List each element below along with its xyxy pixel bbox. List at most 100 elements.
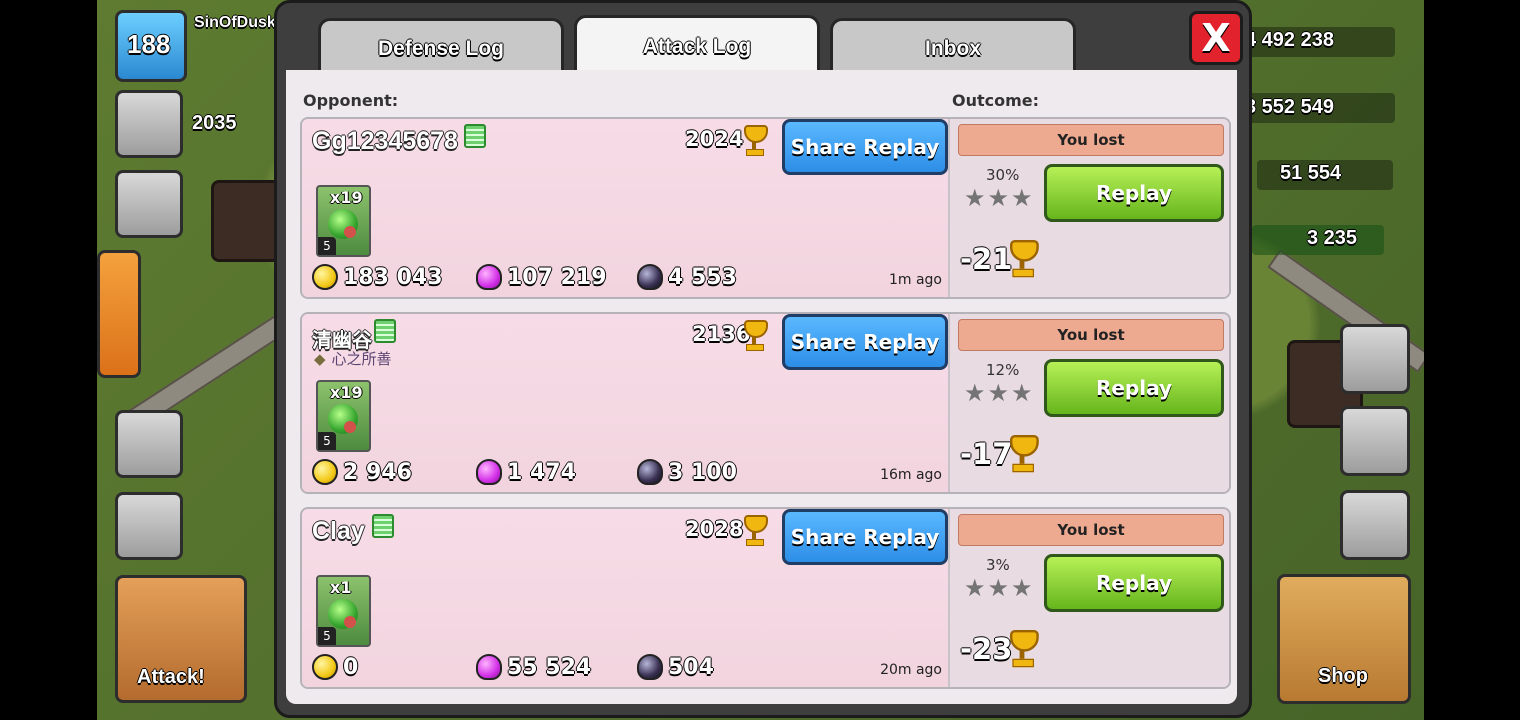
gems-value: 3 235 <box>1307 227 1358 249</box>
troop-count: x19 <box>330 383 363 402</box>
close-icon[interactable]: X <box>1189 11 1243 65</box>
baby-dragon-troop-icon: x1 5 <box>316 575 371 647</box>
outcome-section: You lost 12% ★★★ Replay -17 <box>948 314 1229 492</box>
destruction-percent: 12% <box>986 361 1020 379</box>
attack-log-content: Opponent: Outcome: Gg12345678 2024 Share… <box>286 70 1237 704</box>
attack-time: 20m ago <box>880 662 942 678</box>
settings-button[interactable] <box>1340 490 1410 560</box>
dark-elixir-icon <box>637 459 663 485</box>
gold-value: 4 492 238 <box>1245 29 1334 51</box>
elixir-loot: 1 474 <box>476 459 576 485</box>
star-rating-icon: ★★★ <box>964 574 1035 602</box>
opponent-trophies: 2024 <box>685 127 744 151</box>
elixir-value: 3 552 549 <box>1245 96 1334 118</box>
opponent-trophies: 2028 <box>685 517 744 541</box>
builder-button[interactable] <box>115 492 183 560</box>
outcome-badge: You lost <box>958 514 1224 546</box>
trophy-icon <box>1005 240 1039 278</box>
opponent-header: Opponent: <box>303 91 399 110</box>
elixir-icon <box>476 459 502 485</box>
share-replay-button[interactable]: Share Replay <box>782 314 948 370</box>
share-replay-button[interactable]: Share Replay <box>782 509 948 565</box>
elixir-icon <box>476 264 502 290</box>
player-level: 188 <box>127 29 171 59</box>
trophy-button[interactable] <box>115 90 183 158</box>
edit-layout-button[interactable] <box>1340 324 1410 394</box>
trophy-icon <box>740 515 768 546</box>
attack-log-entry: Clay 2028 Share Replay x1 5 0 55 524 504… <box>300 507 1231 689</box>
share-replay-button[interactable]: Share Replay <box>782 119 948 175</box>
attack-button[interactable]: Attack! <box>115 575 247 703</box>
dark-elixir-loot: 504 <box>637 654 714 680</box>
trophy-icon <box>740 125 768 156</box>
player-name: SinOfDusk <box>194 14 276 31</box>
list-icon[interactable] <box>372 514 394 538</box>
opponent-section: Gg12345678 2024 Share Replay x19 5 183 0… <box>302 119 948 297</box>
outcome-section: You lost 30% ★★★ Replay -21 <box>948 119 1229 297</box>
replay-button[interactable]: Replay <box>1044 359 1224 417</box>
tab-label: Defense Log <box>377 36 505 60</box>
level-badge[interactable]: 188 <box>115 10 187 82</box>
log-modal: Defense Log Attack Log Inbox X Opponent:… <box>274 0 1252 718</box>
dark-elixir-loot: 4 553 <box>637 264 737 290</box>
troop-level: 5 <box>318 432 336 450</box>
defense-building <box>211 180 281 262</box>
gold-loot: 183 043 <box>312 264 443 290</box>
tab-attack-log[interactable]: Attack Log <box>574 15 820 76</box>
player-trophies: 2035 <box>192 112 237 134</box>
clan-badge-icon: ◆ <box>314 350 326 368</box>
baby-dragon-troop-icon: x19 5 <box>316 380 371 452</box>
gold-loot: 0 <box>312 654 358 680</box>
layout-button[interactable] <box>1340 406 1410 476</box>
attack-time: 1m ago <box>888 272 942 288</box>
baby-dragon-troop-icon: x19 5 <box>316 185 371 257</box>
gold-loot: 2 946 <box>312 459 412 485</box>
baby-dragon-icon <box>328 599 358 629</box>
dark-elixir-value: 51 554 <box>1280 162 1342 184</box>
replay-button[interactable]: Replay <box>1044 554 1224 612</box>
star-rating-icon: ★★★ <box>964 184 1035 212</box>
destruction-percent: 30% <box>986 166 1020 184</box>
trophy-icon <box>1005 630 1039 668</box>
dark-elixir-loot: 3 100 <box>637 459 737 485</box>
opponent-name: Clay <box>312 517 365 545</box>
elixir-loot: 107 219 <box>476 264 607 290</box>
baby-dragon-icon <box>328 404 358 434</box>
trophy-icon <box>740 320 768 351</box>
side-panel-toggle[interactable] <box>97 250 141 378</box>
outcome-header: Outcome: <box>952 91 1040 110</box>
tab-inbox[interactable]: Inbox <box>830 18 1076 76</box>
attack-label: Attack! <box>137 666 205 688</box>
tab-label: Attack Log <box>642 35 752 58</box>
dark-elixir-icon <box>637 264 663 290</box>
destruction-percent: 3% <box>986 556 1010 574</box>
dark-elixir-icon <box>637 654 663 680</box>
outcome-section: You lost 3% ★★★ Replay -23 <box>948 509 1229 687</box>
troop-level: 5 <box>318 627 336 645</box>
star-rating-icon: ★★★ <box>964 379 1035 407</box>
troop-count: x1 <box>330 578 352 597</box>
elixir-icon <box>476 654 502 680</box>
gold-icon <box>312 264 338 290</box>
attack-time: 16m ago <box>880 467 942 483</box>
list-icon[interactable] <box>464 124 486 148</box>
opponent-section: 清幽谷 ◆ 心之所善 2136 Share Replay x19 5 2 946 … <box>302 314 948 492</box>
outcome-badge: You lost <box>958 319 1224 351</box>
list-icon[interactable] <box>374 319 396 343</box>
tab-label: Inbox <box>925 36 981 60</box>
trophy-icon <box>1005 435 1039 473</box>
mail-button[interactable] <box>115 170 183 238</box>
gold-icon <box>312 654 338 680</box>
shop-button[interactable]: Shop <box>1277 574 1411 704</box>
elixir-loot: 55 524 <box>476 654 591 680</box>
opponent-section: Clay 2028 Share Replay x1 5 0 55 524 504… <box>302 509 948 687</box>
troop-level: 5 <box>318 237 336 255</box>
attack-log-entry: 清幽谷 ◆ 心之所善 2136 Share Replay x19 5 2 946 … <box>300 312 1231 494</box>
gold-icon <box>312 459 338 485</box>
baby-dragon-icon <box>328 209 358 239</box>
outcome-badge: You lost <box>958 124 1224 156</box>
tab-defense-log[interactable]: Defense Log <box>318 18 564 76</box>
battle-button[interactable] <box>115 410 183 478</box>
replay-button[interactable]: Replay <box>1044 164 1224 222</box>
attack-log-entry: Gg12345678 2024 Share Replay x19 5 183 0… <box>300 117 1231 299</box>
